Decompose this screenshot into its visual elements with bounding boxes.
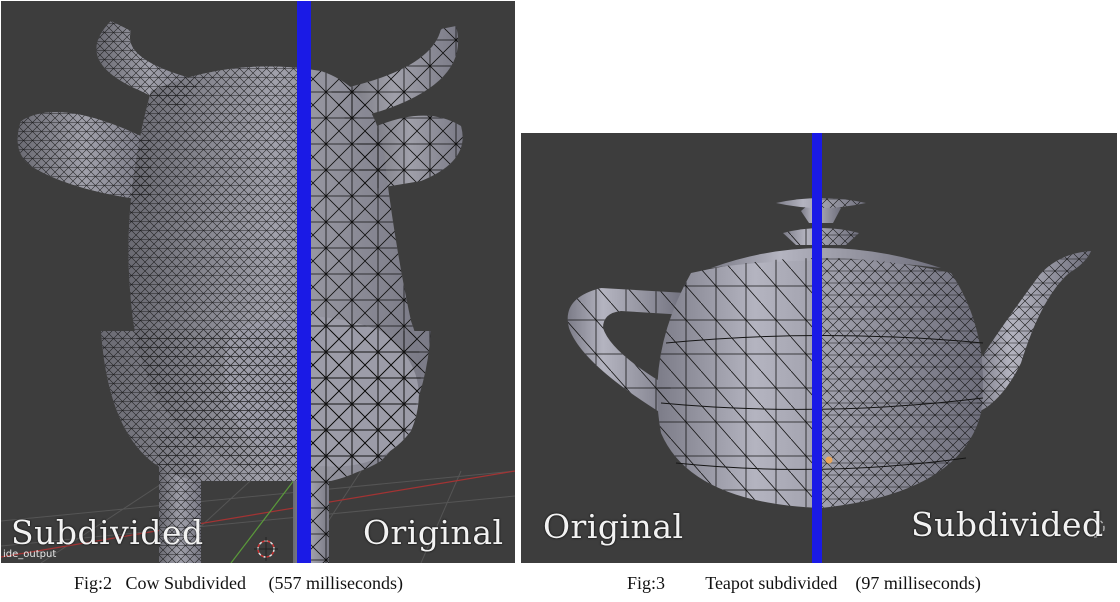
caption-title: Cow Subdivided <box>125 573 247 593</box>
figure-2-caption: Fig:2 Cow Subdivided (557 milliseconds) <box>74 573 403 594</box>
original-label: Original <box>543 507 684 546</box>
original-label: Original <box>363 513 504 552</box>
subdivided-label: Subdivided <box>911 505 1104 544</box>
caption-number: Fig:2 <box>74 573 113 593</box>
caption-time: (557 milliseconds) <box>268 573 404 593</box>
teapot-viewport[interactable]: Original Subdivided <box>521 133 1117 563</box>
teapot-render <box>567 133 1105 563</box>
cow-render <box>1 1 515 563</box>
3d-cursor-icon <box>254 537 278 561</box>
caption-title: Teapot subdivided <box>705 573 838 593</box>
object-name-label: ide_output <box>3 549 57 560</box>
split-divider <box>812 133 822 563</box>
cow-viewport[interactable]: Subdivided Original ide_output <box>1 1 515 563</box>
split-divider <box>297 1 311 563</box>
origin-point-icon <box>825 456 833 464</box>
figure-3-caption: Fig:3 Teapot subdivided (97 milliseconds… <box>627 573 981 594</box>
caption-number: Fig:3 <box>627 573 666 593</box>
caption-time: (97 milliseconds) <box>855 573 981 593</box>
subdivided-label: Subdivided <box>11 513 204 552</box>
